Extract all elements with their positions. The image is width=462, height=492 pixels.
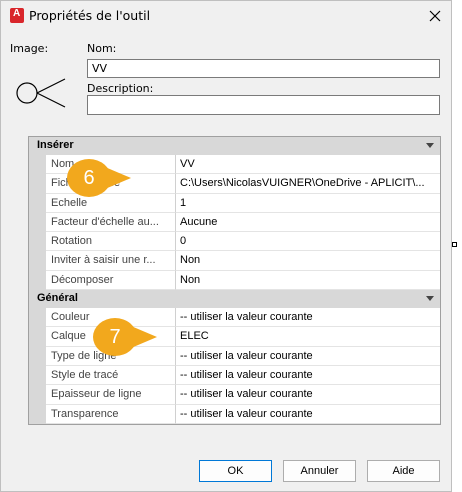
property-row[interactable]: Transparence -- utiliser la valeur couran… xyxy=(29,404,440,424)
dialog-title: Propriétés de l'outil xyxy=(29,8,151,23)
category-inserer[interactable]: Insérer xyxy=(29,137,440,155)
close-icon xyxy=(429,10,441,22)
property-name: Transparence xyxy=(46,404,176,424)
property-row[interactable]: Epaisseur de ligne -- utiliser la valeur … xyxy=(29,385,440,405)
property-row[interactable]: Type de ligne -- utiliser la valeur coura… xyxy=(29,346,440,366)
row-gutter xyxy=(29,232,46,252)
property-name: Inviter à saisir une r... xyxy=(46,251,176,271)
row-gutter xyxy=(29,155,46,175)
callout-7-number: 7 xyxy=(109,326,121,348)
callout-6: 6 xyxy=(67,159,131,197)
tool-properties-dialog: Propriétés de l'outil Image: Nom: VV Des… xyxy=(0,0,452,492)
cancel-button[interactable]: Annuler xyxy=(283,460,356,482)
resize-handle[interactable] xyxy=(452,242,457,247)
property-value[interactable]: -- utiliser la valeur courante xyxy=(176,308,440,328)
property-row[interactable]: Inviter à saisir une r... Non xyxy=(29,251,440,271)
callout-6-number: 6 xyxy=(83,167,95,189)
property-value[interactable]: VV xyxy=(176,155,440,175)
property-value[interactable]: 0 xyxy=(176,232,440,252)
row-gutter xyxy=(29,212,46,233)
property-value[interactable]: -- utiliser la valeur courante xyxy=(176,385,440,405)
row-gutter xyxy=(29,174,46,194)
description-label: Description: xyxy=(87,82,154,95)
property-name: Décomposer xyxy=(46,270,176,291)
property-name: Epaisseur de ligne xyxy=(46,385,176,405)
help-button[interactable]: Aide xyxy=(367,460,440,482)
autocad-app-icon xyxy=(10,8,24,23)
image-label: Image: xyxy=(10,42,49,55)
property-value[interactable]: Aucune xyxy=(176,213,440,233)
row-gutter xyxy=(29,385,46,405)
property-name: Rotation xyxy=(46,232,176,252)
property-value[interactable]: ELEC xyxy=(176,327,440,347)
property-value[interactable]: -- utiliser la valeur courante xyxy=(176,405,440,424)
category-general[interactable]: Général xyxy=(29,290,440,309)
property-value[interactable]: 1 xyxy=(176,194,440,213)
row-gutter xyxy=(29,346,46,366)
close-button[interactable] xyxy=(421,3,449,29)
name-label: Nom: xyxy=(87,42,117,55)
property-row[interactable]: Style de tracé -- utiliser la valeur cour… xyxy=(29,365,440,386)
property-name: Facteur d'échelle au... xyxy=(46,212,176,233)
row-gutter xyxy=(29,251,46,271)
name-field[interactable]: VV xyxy=(87,59,440,78)
block-symbol-icon xyxy=(16,78,66,108)
row-gutter xyxy=(29,327,46,347)
property-row[interactable]: Rotation 0 xyxy=(29,232,440,252)
row-gutter xyxy=(29,193,46,213)
category-inserer-title: Insérer xyxy=(37,139,74,151)
category-general-title: Général xyxy=(37,292,78,305)
property-value[interactable]: C:\Users\NicolasVUIGNER\OneDrive - APLIC… xyxy=(176,174,440,194)
row-gutter xyxy=(29,365,46,386)
description-field[interactable] xyxy=(87,95,440,115)
title-bar: Propriétés de l'outil xyxy=(1,1,451,31)
property-row[interactable]: Décomposer Non xyxy=(29,270,440,291)
collapse-icon[interactable] xyxy=(426,143,434,148)
property-row[interactable]: Calque ELEC xyxy=(29,327,440,347)
property-row[interactable]: Couleur -- utiliser la valeur courante xyxy=(29,308,440,328)
property-value[interactable]: -- utiliser la valeur courante xyxy=(176,366,440,386)
property-value[interactable]: Non xyxy=(176,251,440,271)
row-gutter xyxy=(29,308,46,328)
property-row[interactable]: Facteur d'échelle au... Aucune xyxy=(29,212,440,233)
callout-7: 7 xyxy=(93,318,157,356)
row-gutter xyxy=(29,270,46,291)
ok-button[interactable]: OK xyxy=(199,460,272,482)
property-value[interactable]: Non xyxy=(176,271,440,291)
property-name: Style de tracé xyxy=(46,365,176,386)
collapse-icon[interactable] xyxy=(426,296,434,302)
row-gutter xyxy=(29,404,46,424)
property-value[interactable]: -- utiliser la valeur courante xyxy=(176,347,440,366)
